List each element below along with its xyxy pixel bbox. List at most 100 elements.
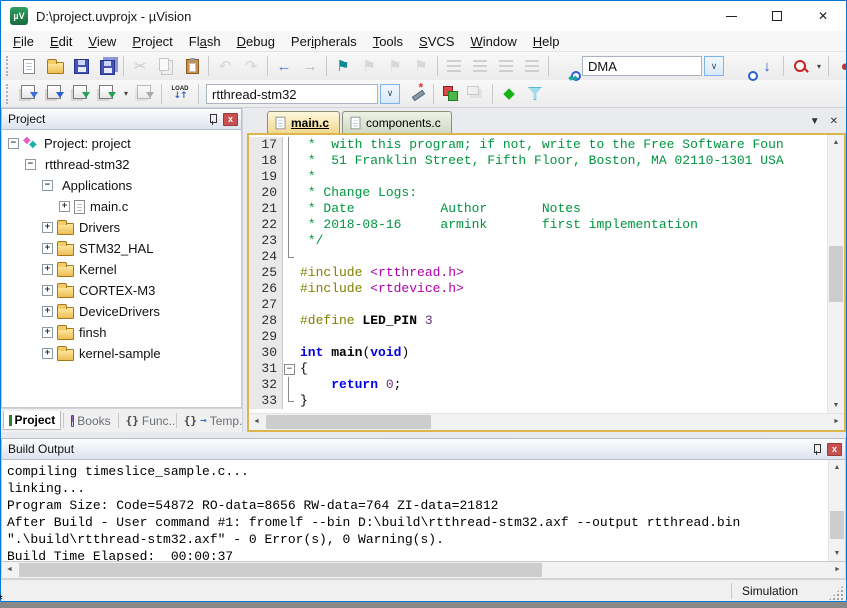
menu-project[interactable]: Project [124,32,180,51]
scroll-down-arrow[interactable]: ▼ [828,398,844,413]
scroll-up-arrow[interactable]: ▲ [828,135,844,150]
tree-item-project-project[interactable]: −Project: project [2,133,241,154]
minimize-button[interactable] [708,1,754,31]
menu-peripherals[interactable]: Peripherals [283,32,365,51]
build-scroll-left-arrow[interactable]: ◄ [2,562,17,578]
code-line-28[interactable]: 28#define LED_PIN 3 [249,313,827,329]
open-file-button[interactable] [42,54,68,78]
search-combo[interactable]: DMA∨ [582,56,724,76]
menu-view[interactable]: View [80,32,124,51]
search-combo-value[interactable]: DMA [582,56,702,76]
tree-item-cortex-m3[interactable]: +CORTEX-M3 [2,280,241,301]
menu-help[interactable]: Help [525,32,568,51]
clear-all-bookmarks-button[interactable]: ⚑ [408,54,434,78]
editor-vertical-scrollbar[interactable]: ▲ ▼ [827,135,844,413]
search-in-files-button[interactable] [728,54,754,78]
collapse-icon[interactable]: − [42,180,53,191]
uncomment-selection-button[interactable] [519,54,545,78]
pin-panel-button[interactable] [206,113,219,126]
cut-button[interactable]: ✂ [127,54,153,78]
code-line-31[interactable]: 31{ [249,361,827,377]
build-scroll-down-arrow[interactable]: ▼ [829,546,845,561]
menu-window[interactable]: Window [462,32,524,51]
code-line-17[interactable]: 17 * with this program; if not, write to… [249,137,827,153]
save-button[interactable] [68,54,94,78]
target-combo-value[interactable]: rtthread-stm32 [206,84,378,104]
code-line-20[interactable]: 20 * Change Logs: [249,185,827,201]
code-line-27[interactable]: 27 [249,297,827,313]
stop-build-button[interactable] [132,82,158,106]
redo-button[interactable]: ↷ [238,54,264,78]
new-file-button[interactable] [16,54,42,78]
navigate-forward-button[interactable]: → [297,54,323,78]
project-tree[interactable]: −Project: project−rtthread-stm32−Applica… [1,130,242,408]
code-line-18[interactable]: 18 * 51 Franklin Street, Fifth Floor, Bo… [249,153,827,169]
code-line-33[interactable]: 33} [249,393,827,409]
menu-file[interactable]: File [5,32,42,51]
tree-item-applications[interactable]: −Applications [2,175,241,196]
menu-edit[interactable]: Edit [42,32,80,51]
build-scroll-up-arrow[interactable]: ▲ [829,460,845,475]
menu-debug[interactable]: Debug [229,32,283,51]
code-line-29[interactable]: 29 [249,329,827,345]
rebuild-all-targets-button[interactable] [68,82,94,106]
insert-remove-breakpoint-button[interactable]: ● [832,54,847,78]
tree-item-kernel[interactable]: +Kernel [2,259,241,280]
multi-project-workspace-button[interactable] [463,82,489,106]
menu-flash[interactable]: Flash [181,32,229,51]
tree-item-main-c[interactable]: +main.c [2,196,241,217]
insert-remove-bookmark-button[interactable]: ⚑ [330,54,356,78]
expand-icon[interactable]: + [42,243,53,254]
code-line-30[interactable]: 30int main(void) [249,345,827,361]
comment-selection-button[interactable] [493,54,519,78]
debug-session-dropdown[interactable]: ▾ [813,54,825,78]
expand-icon[interactable]: + [42,222,53,233]
build-vscroll-thumb[interactable] [830,511,844,539]
collapse-icon[interactable]: − [25,159,36,170]
scroll-right-arrow[interactable]: ► [829,414,844,430]
batch-build-dropdown[interactable]: ▾ [120,82,132,106]
tree-item-stm32-hal[interactable]: +STM32_HAL [2,238,241,259]
editor-vscroll-thumb[interactable] [829,246,843,302]
pin-build-panel-button[interactable] [810,443,823,456]
code-line-23[interactable]: 23 */ [249,233,827,249]
paste-button[interactable] [179,54,205,78]
panel-tab-temp[interactable]: {}→Temp... [179,412,242,430]
next-bookmark-button[interactable]: ⚑ [382,54,408,78]
code-line-24[interactable]: 24 [249,249,827,265]
close-build-panel-button[interactable]: x [827,443,842,456]
code-line-26[interactable]: 26#include <rtdevice.h> [249,281,827,297]
expand-icon[interactable]: + [42,348,53,359]
expand-icon[interactable]: + [42,285,53,296]
tree-item-rtthread-stm32[interactable]: −rtthread-stm32 [2,154,241,175]
panel-tab-books[interactable]: Books [66,412,115,430]
code-area[interactable]: 17 * with this program; if not, write to… [249,135,827,413]
translate-file-button[interactable] [16,82,42,106]
unindent-selection-button[interactable] [467,54,493,78]
code-line-32[interactable]: 32 return 0; [249,377,827,393]
navigate-back-button[interactable]: ← [271,54,297,78]
previous-bookmark-button[interactable]: ⚑ [356,54,382,78]
code-line-19[interactable]: 19 * [249,169,827,185]
target-combo[interactable]: rtthread-stm32∨ [206,84,400,104]
save-all-button[interactable] [94,54,120,78]
code-line-21[interactable]: 21 * Date Author Notes [249,201,827,217]
expand-icon[interactable]: + [42,306,53,317]
pack-installer-button[interactable] [548,82,574,106]
download-to-flash-button[interactable] [165,82,195,106]
build-target-button[interactable] [42,82,68,106]
target-combo-dropdown-button[interactable]: ∨ [380,84,400,104]
document-tab-components-c[interactable]: components.c [342,111,452,133]
close-button[interactable]: ✕ [800,1,846,31]
toolbar-grip[interactable] [6,84,12,104]
tree-item-kernel-sample[interactable]: +kernel-sample [2,343,241,364]
code-line-22[interactable]: 22 * 2018-08-16 armink first implementat… [249,217,827,233]
close-panel-button[interactable]: x [223,113,238,126]
expand-icon[interactable]: + [42,327,53,338]
copy-button[interactable] [153,54,179,78]
scroll-left-arrow[interactable]: ◄ [249,414,264,430]
select-software-packs-button[interactable] [522,82,548,106]
tree-item-finsh[interactable]: +finsh [2,322,241,343]
search-combo-dropdown-button[interactable]: ∨ [704,56,724,76]
expand-icon[interactable]: + [42,264,53,275]
